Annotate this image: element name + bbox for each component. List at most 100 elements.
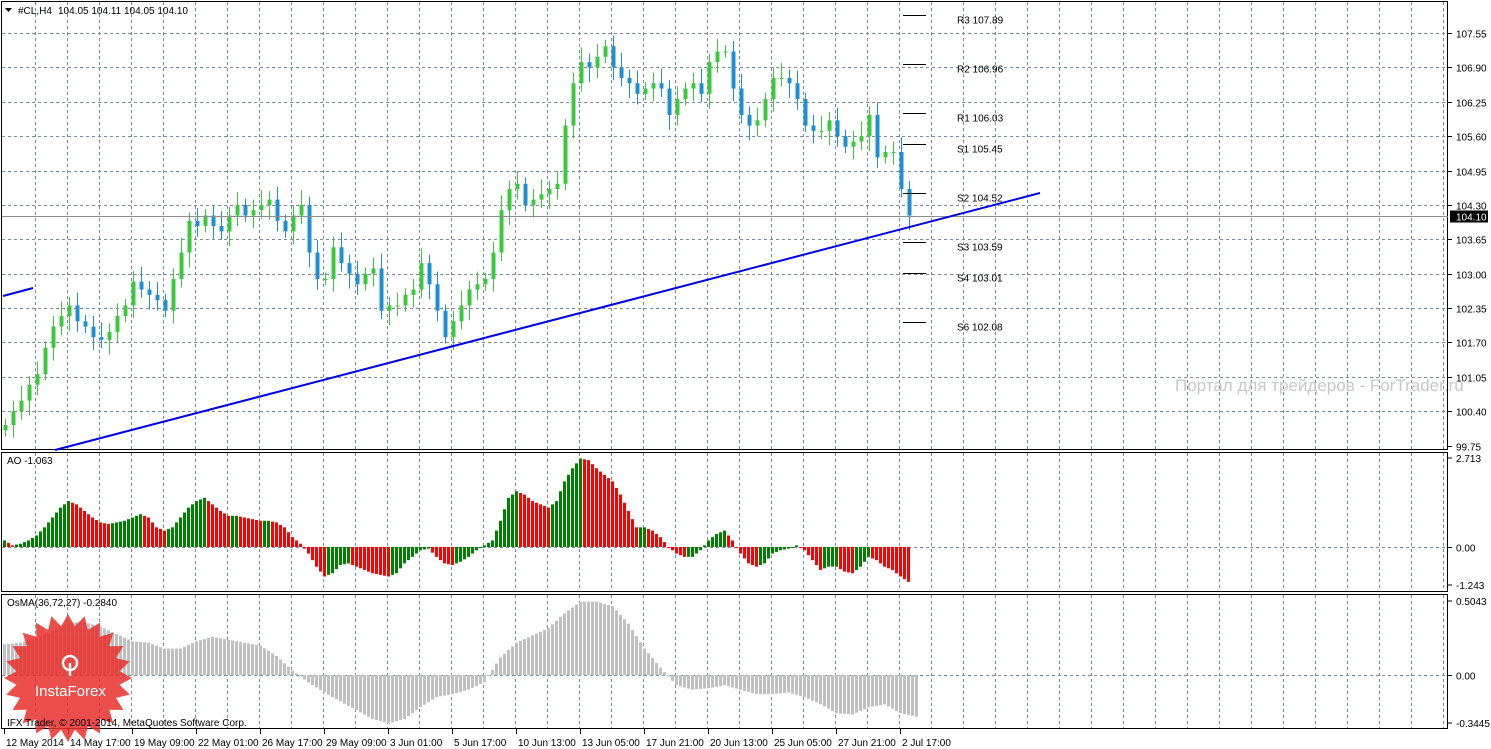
candle-body <box>331 247 336 279</box>
histogram-bar <box>787 675 790 693</box>
histogram-bar <box>67 501 70 547</box>
histogram-bar <box>183 512 186 547</box>
candle-body <box>627 77 632 84</box>
histogram-bar <box>491 669 494 675</box>
candle-body <box>267 199 272 205</box>
candle-body <box>595 56 600 68</box>
histogram-bar <box>743 675 746 691</box>
histogram-bar <box>831 547 834 567</box>
candle-body <box>155 294 160 301</box>
histogram-bar <box>691 675 694 690</box>
histogram-bar <box>855 675 858 713</box>
histogram-bar <box>555 501 558 547</box>
histogram-bar <box>479 675 482 685</box>
price-tick-label: 100.40 <box>1456 408 1487 419</box>
histogram-bar <box>643 648 646 675</box>
histogram-bar <box>759 547 762 566</box>
histogram-bar <box>239 641 242 675</box>
candle-body <box>3 424 8 431</box>
histogram-bar <box>611 606 614 675</box>
histogram-bar <box>187 507 190 547</box>
histogram-bar <box>427 675 430 703</box>
histogram-bar <box>799 675 802 696</box>
histogram-bar <box>127 639 130 675</box>
histogram-bar <box>707 540 710 547</box>
histogram-bar <box>571 607 574 675</box>
price-tick-label: 103.00 <box>1456 271 1487 282</box>
histogram-bar <box>655 662 658 675</box>
candle-body <box>147 289 152 295</box>
histogram-bar <box>627 510 630 547</box>
histogram-bar <box>679 675 682 687</box>
histogram-bar <box>219 510 222 547</box>
histogram-bar <box>795 675 798 695</box>
price-tick-label: 103.65 <box>1456 236 1487 247</box>
histogram-bar <box>291 670 294 675</box>
histogram-bar <box>323 675 326 693</box>
histogram-bar <box>71 502 74 547</box>
histogram-bar <box>799 547 802 548</box>
histogram-bar <box>663 542 666 547</box>
histogram-bar <box>143 642 146 675</box>
histogram-bar <box>487 675 490 677</box>
candle-body <box>523 183 528 205</box>
histogram-bar <box>155 645 158 675</box>
histogram-bar <box>203 639 206 675</box>
histogram-bar <box>487 542 490 547</box>
histogram-bar <box>267 520 270 547</box>
histogram-bar <box>123 637 126 675</box>
histogram-bar <box>291 537 294 547</box>
histogram-bar <box>859 675 862 711</box>
candle-body <box>747 114 752 126</box>
candle-body <box>803 99 808 126</box>
time-tick-label: 3 Jun 01:00 <box>390 738 443 749</box>
histogram-bar <box>295 540 298 547</box>
histogram-bar <box>223 513 226 547</box>
histogram-bar <box>867 547 870 557</box>
histogram-bar <box>791 547 794 548</box>
histogram-bar <box>435 675 438 698</box>
histogram-bar <box>451 547 454 566</box>
histogram-bar <box>507 497 510 547</box>
histogram-bar <box>879 675 882 706</box>
histogram-bar <box>791 675 794 694</box>
pivot-label: S4 103.01 <box>957 274 1003 285</box>
copyright: IFX Trader, © 2001-2014, MetaQuotes Soft… <box>7 718 247 729</box>
candle-body <box>107 331 112 340</box>
histogram-bar <box>339 675 342 702</box>
histogram-bar <box>815 547 818 566</box>
histogram-bar <box>255 644 258 675</box>
histogram-bar <box>503 653 506 675</box>
histogram-bar <box>151 522 154 547</box>
indicator-tick-label: 0.00 <box>1456 544 1476 555</box>
trading-chart[interactable]: Портал для трейдеров - ForTrader.ru R3 1… <box>0 0 1491 749</box>
candle-body <box>411 289 416 295</box>
histogram-bar <box>335 547 338 570</box>
histogram-bar <box>43 527 46 547</box>
histogram-bar <box>759 675 762 695</box>
candle-body <box>459 305 464 322</box>
histogram-bar <box>111 523 114 547</box>
histogram-bar <box>519 640 522 675</box>
histogram-bar <box>55 512 58 547</box>
histogram-bar <box>11 643 14 675</box>
candle-body <box>347 263 352 274</box>
histogram-bar <box>591 601 594 675</box>
histogram-bar <box>687 675 690 689</box>
histogram-bar <box>855 547 858 570</box>
histogram-bar <box>115 522 118 547</box>
indicator-tick-label: -1.243 <box>1456 581 1485 592</box>
histogram-bar <box>147 642 150 675</box>
histogram-bar <box>659 537 662 547</box>
histogram-bar <box>783 547 786 550</box>
histogram-bar <box>899 675 902 714</box>
candle-body <box>731 51 736 89</box>
histogram-bar <box>475 675 478 687</box>
histogram-bar <box>851 675 854 715</box>
histogram-bar <box>723 530 726 547</box>
histogram-bar <box>83 510 86 547</box>
candle-body <box>715 51 720 63</box>
candle-body <box>635 83 640 94</box>
histogram-bar <box>391 675 394 723</box>
candle-body <box>51 326 56 348</box>
